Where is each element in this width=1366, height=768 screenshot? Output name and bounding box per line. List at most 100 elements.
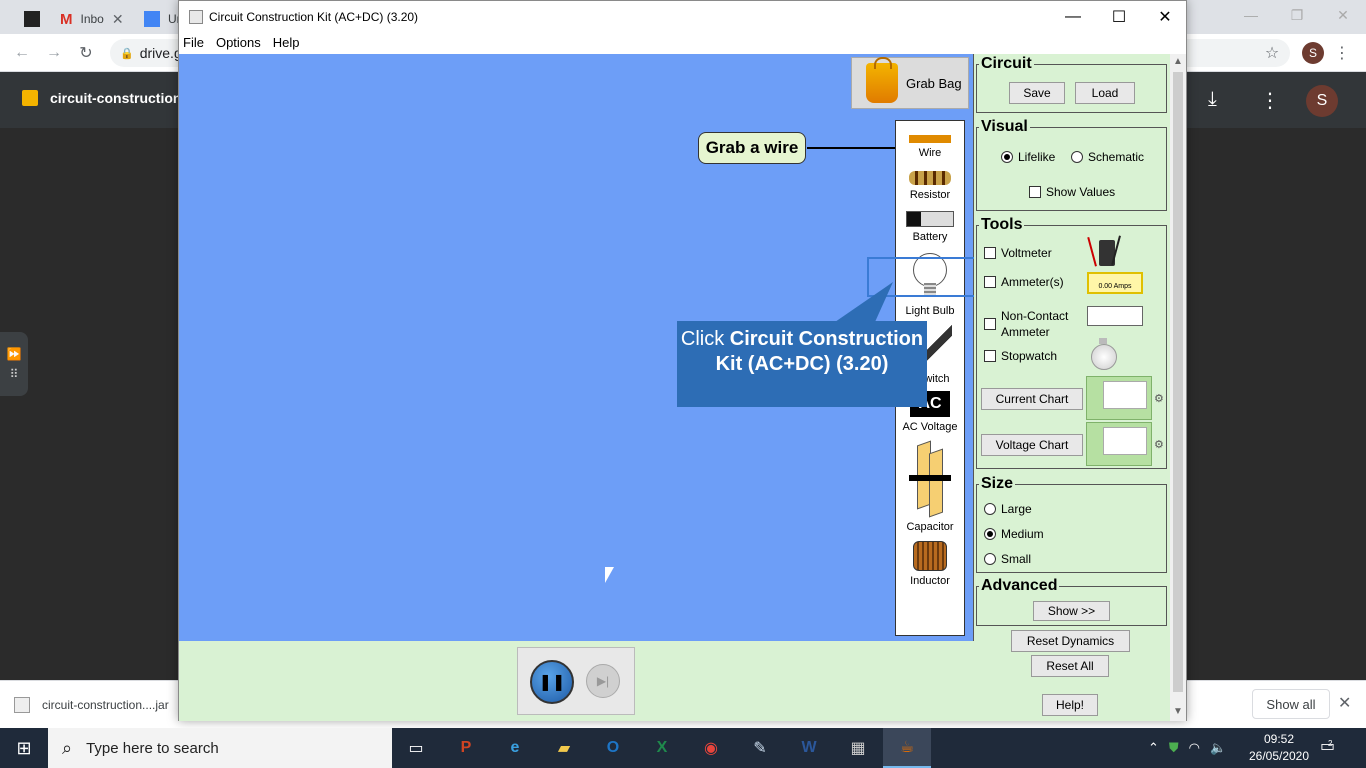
tab-phet[interactable] [14,4,50,34]
show-all-button[interactable]: Show all [1252,689,1330,719]
stopwatch-checkbox[interactable]: Stopwatch [984,349,1057,363]
menu-help[interactable]: Help [273,35,300,50]
option-label: Ammeter(s) [1001,275,1064,289]
close-icon[interactable]: ✕ [1142,1,1188,32]
more-icon[interactable]: ⋮ [1260,88,1280,113]
notification-icon[interactable]: ▭ 2 [1320,736,1335,756]
help-button[interactable]: Help! [1042,694,1098,716]
grab-bag-button[interactable]: Grab Bag [851,57,969,109]
close-icon[interactable]: ✕ [1320,0,1366,30]
app-icon[interactable]: ▦ [834,728,882,768]
shopping-bag-icon [866,57,898,103]
option-label: Large [1001,502,1032,516]
size-small-option[interactable]: Small [984,552,1031,566]
drive-avatar[interactable]: S [1306,85,1338,117]
wifi-icon[interactable]: ◠ [1189,740,1200,756]
scroll-thumb[interactable] [1173,72,1183,692]
java-icon[interactable]: ☕ [883,728,931,768]
voltmeter-checkbox[interactable]: Voltmeter [984,246,1052,260]
menu-icon[interactable]: ⋮ [1330,41,1354,65]
group-title: Visual [979,118,1030,136]
reset-dynamics-button[interactable]: Reset Dynamics [1011,630,1130,652]
simulation-controls-area: ❚❚ ▶| [179,641,974,721]
current-chart-button[interactable]: Current Chart [981,388,1083,410]
step-icon: ▶| [596,674,610,688]
back-icon[interactable]: ← [10,41,34,65]
close-icon[interactable]: ✕ [1338,693,1351,713]
volume-icon[interactable]: 🔈 [1210,740,1226,756]
circuit-canvas[interactable]: Grab Bag Grab a wire Wire Resistor Batte… [179,54,987,641]
word-icon[interactable]: W [785,728,833,768]
drive-file-name: circuit-construction [50,90,182,106]
outlook-icon[interactable]: O [589,728,637,768]
show-advanced-button[interactable]: Show >> [1033,601,1110,621]
vertical-scrollbar[interactable]: ▲ ▼ [1170,54,1186,721]
callout-prefix: Click [680,328,730,350]
shield-icon[interactable]: ⛊ [1169,740,1179,756]
size-large-option[interactable]: Large [984,502,1032,516]
edge-icon[interactable]: e [491,728,539,768]
powerpoint-icon[interactable]: P [442,728,490,768]
phet-icon [24,11,40,27]
scroll-down-icon[interactable]: ▼ [1170,706,1186,717]
paint-icon[interactable]: ✎ [736,728,784,768]
toolbox-wire[interactable]: Wire [896,135,964,159]
minimize-icon[interactable]: — [1228,0,1274,30]
option-label: Stopwatch [1001,349,1058,363]
toolbox-label: Capacitor [906,521,954,533]
non-contact-ammeter-checkbox[interactable]: Non-Contact Ammeter [984,308,1068,340]
close-icon[interactable]: ✕ [112,11,124,28]
url-text: drive.g [139,45,182,61]
pause-button[interactable]: ❚❚ [530,660,574,704]
chevron-up-icon[interactable]: ⌃ [1148,740,1159,756]
maximize-icon[interactable]: ☐ [1096,1,1142,32]
menu-options[interactable]: Options [216,35,261,50]
excel-icon[interactable]: X [638,728,686,768]
callout-pointer [834,282,904,322]
tab-gmail[interactable]: M Inbo ✕ [50,4,134,34]
toolbox-label: Light Bulb [905,305,955,317]
load-button[interactable]: Load [1075,82,1135,104]
toolbox-battery[interactable]: Battery [896,211,964,243]
option-label: Voltmeter [1001,246,1052,260]
reload-icon[interactable]: ↻ [74,41,98,65]
option-label: Show Values [1046,185,1116,199]
save-button[interactable]: Save [1009,82,1065,104]
download-item[interactable]: circuit-construction....jar [14,689,169,721]
option-label-line: Ammeter [1001,325,1050,339]
task-view-icon[interactable]: ▭ [392,728,440,768]
reset-all-button[interactable]: Reset All [1031,655,1109,677]
step-button[interactable]: ▶| [586,664,620,698]
side-panel-handle[interactable]: ⏩ ⠿ [0,332,28,396]
show-values-checkbox[interactable]: Show Values [1029,185,1115,199]
size-medium-option[interactable]: Medium [984,527,1044,541]
clock[interactable]: 09:52 26/05/2020 [1248,731,1310,765]
download-icon[interactable]: ⤓ [1208,88,1217,111]
toolbox-capacitor[interactable]: Capacitor [896,440,964,533]
ammeter-checkbox[interactable]: Ammeter(s) [984,275,1064,289]
radio-icon [1001,151,1013,163]
toolbox-resistor[interactable]: Resistor [896,171,964,201]
windows-start-icon[interactable]: ⊞ [0,728,48,768]
forward-icon[interactable]: → [42,41,66,65]
chrome-icon[interactable]: ◉ [687,728,735,768]
radio-icon [984,528,996,540]
toolbox-label: Inductor [910,575,950,587]
grab-wire-hint: Grab a wire [698,132,806,164]
toolbox-inductor[interactable]: Inductor [896,541,964,587]
taskbar-search[interactable]: ⌕ Type here to search [48,728,392,768]
size-group: Size Large Medium Small [976,475,1167,573]
non-contact-ammeter-icon [1087,306,1143,326]
schematic-option[interactable]: Schematic [1071,150,1144,164]
scroll-up-icon[interactable]: ▲ [1170,56,1186,67]
voltage-chart-button[interactable]: Voltage Chart [981,434,1083,456]
profile-avatar[interactable]: S [1302,42,1324,64]
restore-icon[interactable]: ❐ [1274,0,1320,30]
radio-icon [1071,151,1083,163]
download-filename: circuit-construction....jar [42,698,169,712]
lifelike-option[interactable]: Lifelike [1001,150,1055,164]
minimize-icon[interactable]: — [1050,1,1096,32]
file-explorer-icon[interactable]: ▰ [540,728,588,768]
menu-file[interactable]: File [183,35,204,50]
star-icon[interactable]: ☆ [1260,41,1284,65]
